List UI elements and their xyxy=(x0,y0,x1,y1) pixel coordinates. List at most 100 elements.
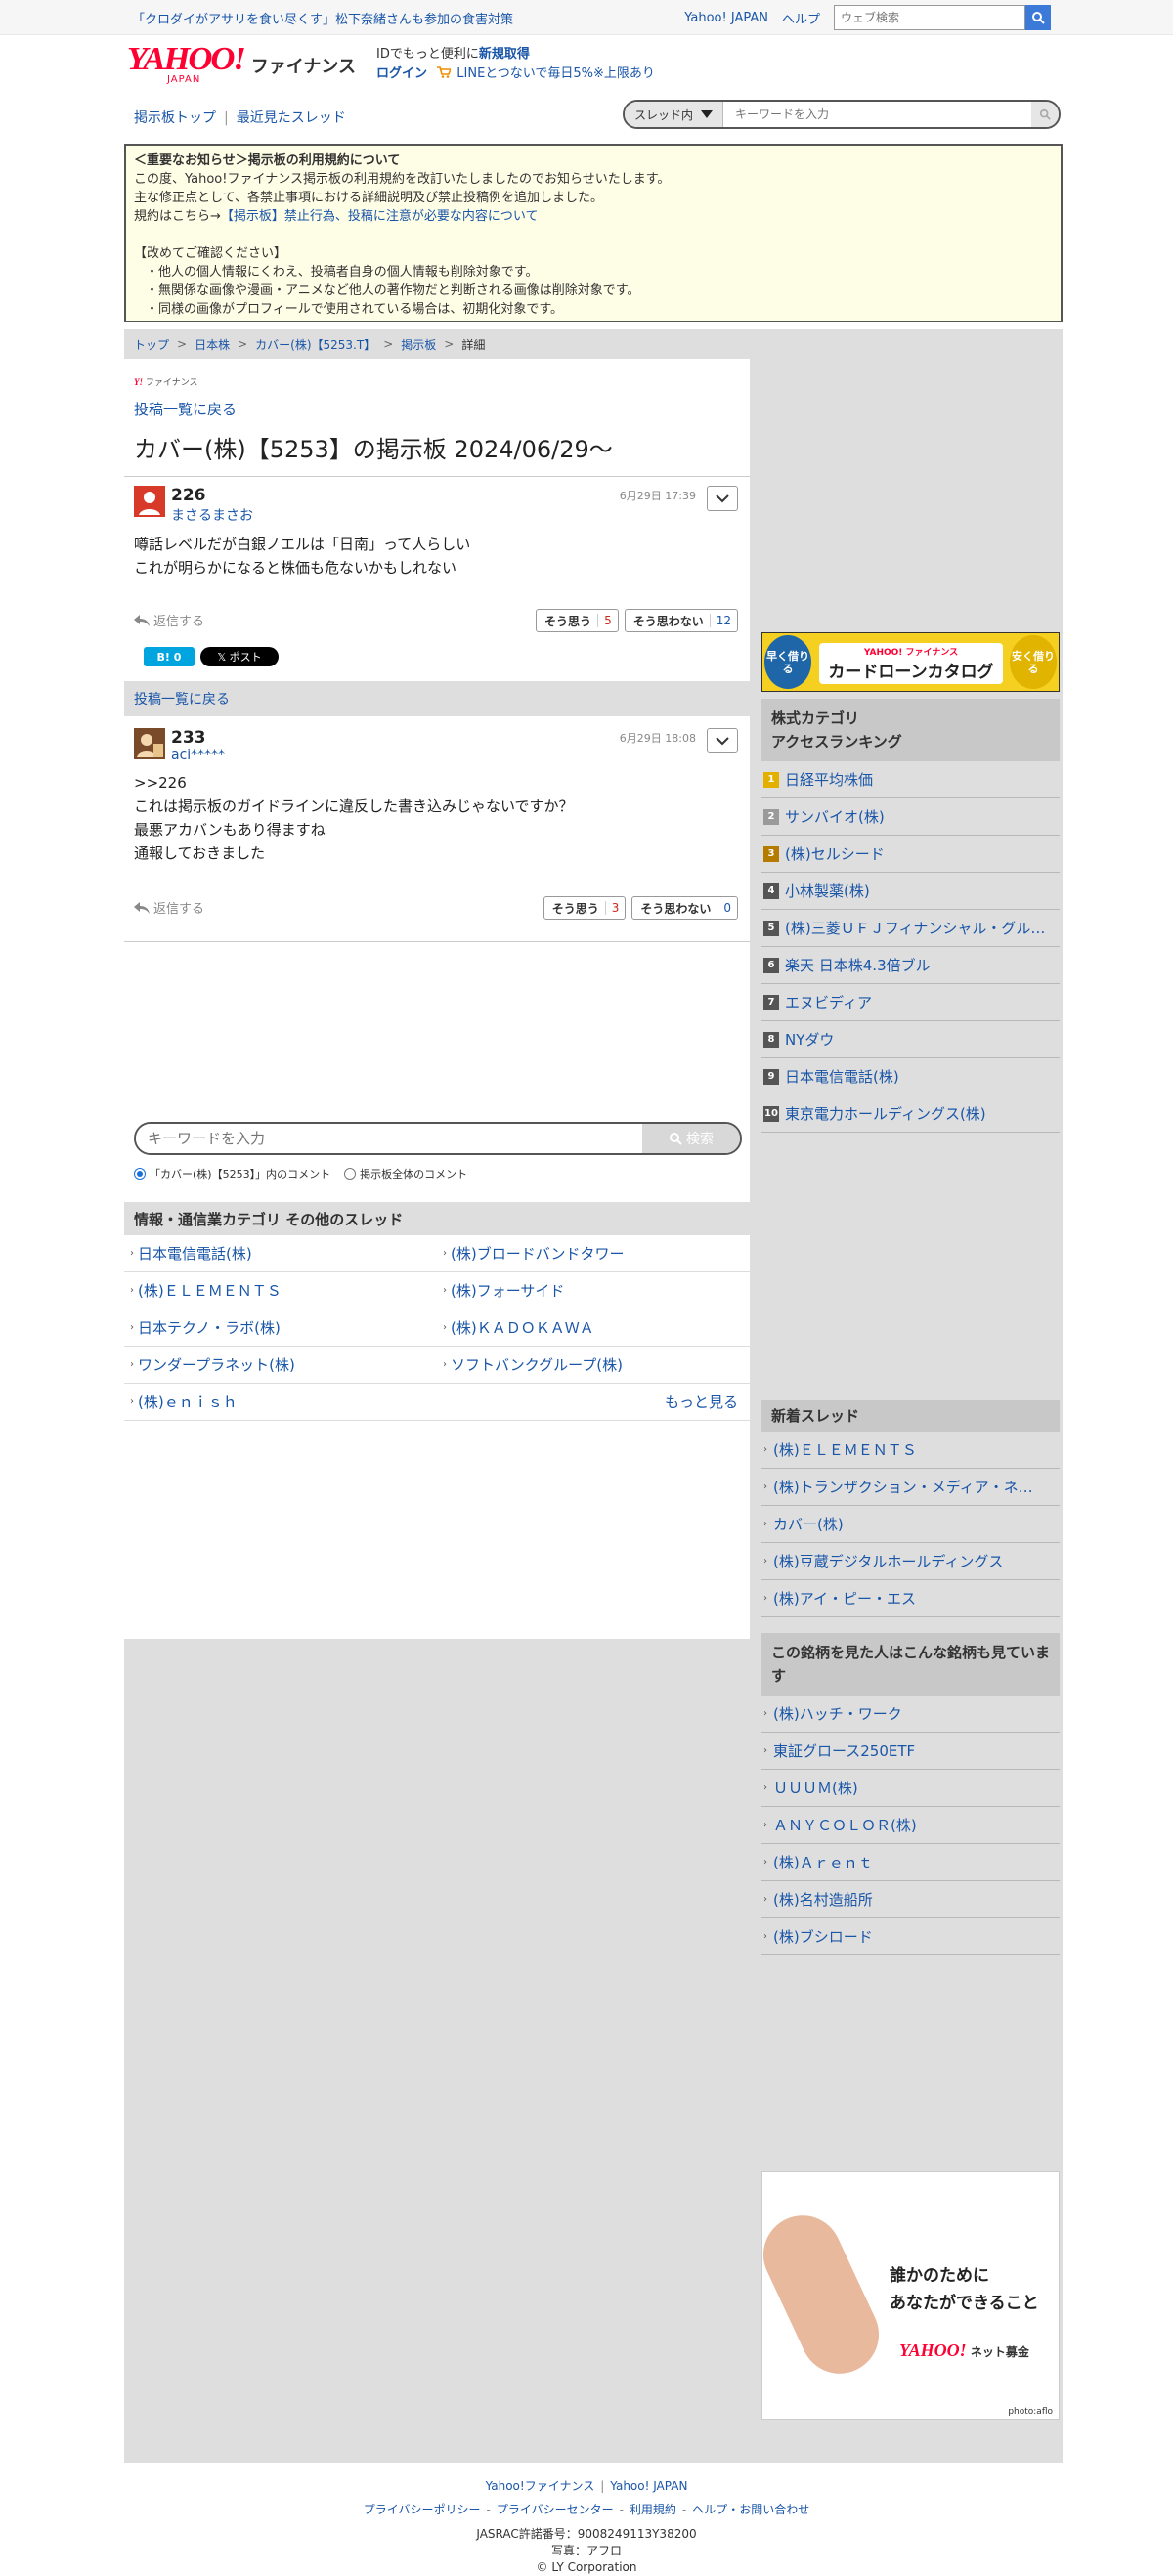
also-viewed-item[interactable]: › ＵＵＵＭ(株) xyxy=(761,1770,1060,1807)
new-thread-item[interactable]: › (株)ＥＬＥＭＥＮＴＳ xyxy=(761,1432,1060,1469)
reply-icon xyxy=(134,614,150,626)
category-item[interactable]: › (株)ＫＡＤＯＫＡＷＡ xyxy=(437,1309,750,1347)
category-item[interactable]: › (株)フォーサイド xyxy=(437,1272,750,1309)
footer-yahoo-link[interactable]: Yahoo! JAPAN xyxy=(610,2479,687,2493)
signup-link[interactable]: 新規取得 xyxy=(479,47,530,62)
ranking-item[interactable]: 3 (株)セルシード xyxy=(761,836,1060,873)
rules-link[interactable]: 【掲示板】禁止行為、投稿に注意が必要な内容について xyxy=(221,209,539,224)
chevron-right-icon: › xyxy=(130,1396,134,1407)
ranking-item[interactable]: 2 サンバイオ(株) xyxy=(761,798,1060,836)
chevron-down-icon xyxy=(701,110,714,118)
donation-ad[interactable]: 誰かのために あなたができること YAHOO! ネット募金 photo:aflo xyxy=(750,2171,1060,2420)
category-item[interactable]: › 日本電信電話(株) xyxy=(124,1235,437,1272)
help-contact-link[interactable]: ヘルプ・お問い合わせ xyxy=(692,2503,809,2516)
radio-all-comments[interactable]: 掲示板全体のコメント xyxy=(344,1166,467,1181)
privacy-policy-link[interactable]: プライバシーポリシー xyxy=(364,2503,481,2516)
also-viewed-item[interactable]: › (株)ブシロード xyxy=(761,1918,1060,1955)
disagree-button[interactable]: そう思わない 0 xyxy=(631,896,738,920)
ranking-link: 楽天 日本株4.3倍ブル xyxy=(785,957,931,974)
radio-thread-comments[interactable]: 「カバー(株)【5253】」内のコメント xyxy=(134,1166,330,1181)
also-viewed-item[interactable]: › 東証グロース250ETF xyxy=(761,1733,1060,1770)
terms-link[interactable]: 利用規約 xyxy=(630,2503,676,2516)
back-to-list-link[interactable]: 投稿一覧に戻る xyxy=(134,399,237,419)
yahoo-japan-link[interactable]: Yahoo! JAPAN xyxy=(684,11,768,25)
footer-finance-link[interactable]: Yahoo!ファイナンス xyxy=(486,2479,595,2493)
agree-button[interactable]: そう思う 3 xyxy=(543,896,627,920)
post-menu-button[interactable] xyxy=(707,728,738,753)
chevron-right-icon: › xyxy=(130,1248,134,1259)
x-post-button[interactable]: 𝕏 ポスト xyxy=(200,647,279,666)
ranking-item[interactable]: 5 (株)三菱ＵＦＪフィナンシャル・グループ xyxy=(761,910,1060,947)
search-scope-radios: 「カバー(株)【5253】」内のコメント 掲示板全体のコメント xyxy=(134,1166,467,1181)
recent-threads-link[interactable]: 最近見たスレッド xyxy=(237,110,346,126)
category-item[interactable]: › (株)ブロードバンドタワー xyxy=(437,1235,750,1272)
also-viewed-item[interactable]: › (株)ハッチ・ワーク xyxy=(761,1696,1060,1733)
ranking-item[interactable]: 1 日経平均株価 xyxy=(761,761,1060,798)
also-viewed-item[interactable]: › (株)名村造船所 xyxy=(761,1881,1060,1918)
ranking-item[interactable]: 10 東京電力ホールディングス(株) xyxy=(761,1095,1060,1133)
keyword-search-input[interactable] xyxy=(136,1124,642,1153)
avatar[interactable] xyxy=(134,728,165,759)
category-item[interactable]: › ワンダープラネット(株) xyxy=(124,1347,437,1384)
ranking-item[interactable]: 7 エヌビディア xyxy=(761,984,1060,1021)
post-menu-button[interactable] xyxy=(707,486,738,511)
back-to-list-link[interactable]: 投稿一覧に戻る xyxy=(134,689,230,708)
top-news-link[interactable]: 「クロダイがアサリを食い尽くす」松下奈緒さんも参加の食害対策 xyxy=(122,9,684,27)
banner-small: YAHOO! ファイナンス xyxy=(863,648,959,658)
more-link[interactable]: もっと見る xyxy=(437,1384,750,1421)
cart-icon xyxy=(437,66,453,78)
ranking-item[interactable]: 4 小林製薬(株) xyxy=(761,873,1060,910)
reply-button[interactable]: 返信する xyxy=(134,611,204,629)
card-loan-banner[interactable]: 早く借りる YAHOO! ファイナンス カードローンカタログ 安く借りる xyxy=(761,632,1060,692)
chevron-right-icon: › xyxy=(763,1444,767,1455)
also-viewed-link: (株)ブシロード xyxy=(773,1928,873,1946)
new-thread-item[interactable]: › (株)豆蔵デジタルホールディングス xyxy=(761,1543,1060,1580)
category-item[interactable]: › ソフトバンクグループ(株) xyxy=(437,1347,750,1384)
breadcrumb-item[interactable]: カバー(株)【5253.T】 xyxy=(255,336,375,353)
search-icon xyxy=(670,1133,682,1145)
category-link: 日本電信電話(株) xyxy=(138,1245,252,1263)
category-link: 日本テクノ・ラボ(株) xyxy=(138,1319,281,1337)
agree-button[interactable]: そう思う 5 xyxy=(536,609,619,632)
category-item[interactable]: › (株)ｅｎｉｓｈ xyxy=(124,1384,437,1421)
post-user-link[interactable]: まさるまさお xyxy=(171,505,253,525)
login-link[interactable]: ログイン xyxy=(376,66,427,81)
scope-select[interactable]: スレッド内 xyxy=(625,102,724,127)
copyright: © LY Corporation xyxy=(536,2560,637,2574)
ranking-item[interactable]: 8 NYダウ xyxy=(761,1021,1060,1058)
category-item[interactable]: › 日本テクノ・ラボ(株) xyxy=(124,1309,437,1347)
hatena-bookmark-button[interactable]: B! 0 xyxy=(144,647,195,666)
yahoo-finance-logo[interactable]: YAHOO! JAPAN ファイナンス xyxy=(127,43,356,86)
new-thread-item[interactable]: › (株)アイ・ピー・エス xyxy=(761,1580,1060,1617)
web-search-button[interactable] xyxy=(1025,5,1051,30)
line-promo-link[interactable]: LINEとつないで毎日5%※上限あり xyxy=(456,66,655,81)
breadcrumb-separator: > xyxy=(444,337,455,351)
disagree-button[interactable]: そう思わない 12 xyxy=(624,609,738,632)
ranking-item[interactable]: 6 楽天 日本株4.3倍ブル xyxy=(761,947,1060,984)
also-viewed-item[interactable]: › (株)Ａｒｅｎｔ xyxy=(761,1844,1060,1881)
ranking-item[interactable]: 9 日本電信電話(株) xyxy=(761,1058,1060,1095)
board-search-input[interactable] xyxy=(723,102,1031,127)
breadcrumb-item[interactable]: 日本株 xyxy=(195,336,230,353)
also-viewed-link: ＵＵＵＭ(株) xyxy=(773,1780,858,1797)
web-search-input[interactable] xyxy=(834,5,1025,30)
help-link[interactable]: ヘルプ xyxy=(782,9,820,27)
logo-sub: JAPAN xyxy=(167,74,201,85)
post-user-link[interactable]: aci***** xyxy=(171,748,225,763)
divider xyxy=(124,476,750,477)
top-bar: 「クロダイがアサリを食い尽くす」松下奈緒さんも参加の食害対策 Yahoo! JA… xyxy=(0,0,1173,35)
also-viewed-item[interactable]: › ＡＮＹＣＯＬＯＲ(株) xyxy=(761,1807,1060,1844)
breadcrumb-item[interactable]: 掲示板 xyxy=(401,336,436,353)
breadcrumb-item[interactable]: トップ xyxy=(134,336,169,353)
keyword-search-button[interactable]: 検索 xyxy=(642,1124,740,1153)
avatar[interactable] xyxy=(134,486,165,517)
board-top-link[interactable]: 掲示板トップ xyxy=(134,110,216,126)
rank-badge: 8 xyxy=(763,1031,779,1048)
board-search-button[interactable] xyxy=(1031,102,1059,127)
privacy-center-link[interactable]: プライバシーセンター xyxy=(497,2503,614,2516)
new-thread-item[interactable]: › カバー(株) xyxy=(761,1506,1060,1543)
reply-button[interactable]: 返信する xyxy=(134,898,204,917)
hands-image xyxy=(750,2203,892,2386)
category-item[interactable]: › (株)ＥＬＥＭＥＮＴＳ xyxy=(124,1272,437,1309)
new-thread-item[interactable]: › (株)トランザクション・メディア・ネットワークス xyxy=(761,1469,1060,1506)
